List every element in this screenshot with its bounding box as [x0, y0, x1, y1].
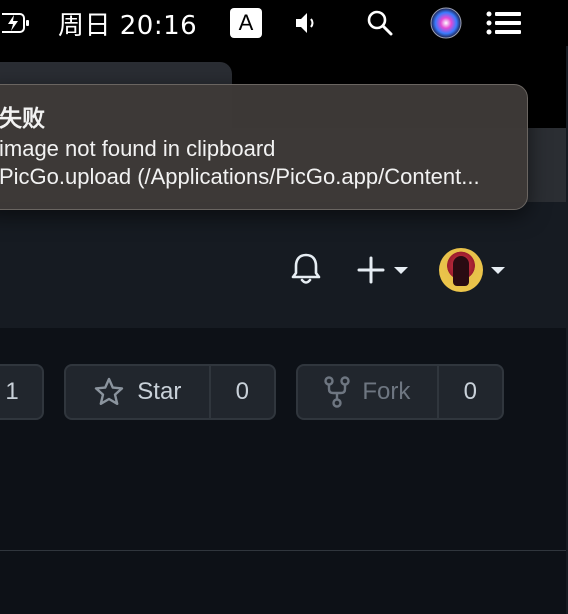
star-label: Star	[137, 378, 182, 405]
notification-message-line-1: image not found in clipboard	[0, 136, 276, 161]
forks-count[interactable]: 0	[439, 366, 502, 418]
notification-message-line-2: PicGo.upload (/Applications/PicGo.app/Co…	[0, 164, 480, 189]
chevron-down-icon	[491, 266, 505, 274]
watch-count[interactable]: 1	[0, 366, 42, 418]
notification-center-icon[interactable]	[483, 0, 525, 46]
star-icon	[95, 377, 124, 405]
repo-content: 1 Star 0 Fork 0	[0, 328, 566, 614]
battery-charging-icon[interactable]	[0, 0, 34, 46]
github-header	[0, 202, 566, 328]
plus-icon	[357, 256, 385, 284]
notification-banner[interactable]: 失败 image not found in clipboard PicGo.up…	[0, 84, 528, 210]
fork-button[interactable]: Fork	[298, 366, 437, 418]
fork-icon	[324, 376, 351, 408]
bell-icon[interactable]	[286, 248, 326, 290]
input-source-indicator[interactable]: A	[230, 0, 262, 46]
section-divider	[0, 550, 566, 551]
create-new-dropdown[interactable]	[352, 250, 412, 290]
search-icon[interactable]	[362, 0, 398, 46]
siri-icon[interactable]	[428, 0, 464, 46]
chevron-down-icon	[394, 266, 408, 274]
stargazers-count[interactable]: 0	[211, 366, 274, 418]
user-menu[interactable]	[436, 246, 508, 294]
volume-icon[interactable]	[290, 0, 324, 46]
notification-title: 失败	[0, 106, 45, 132]
fork-label: Fork	[362, 378, 411, 405]
macos-menu-bar: 周日 20:16 A	[0, 0, 568, 46]
star-button[interactable]: Star	[66, 366, 209, 418]
avatar	[439, 248, 483, 292]
menu-bar-clock[interactable]: 周日 20:16	[58, 0, 197, 46]
input-source-label: A	[230, 8, 262, 38]
fork-button-group: Fork 0	[296, 364, 504, 420]
watch-button-group[interactable]: 1	[0, 364, 44, 420]
star-button-group: Star 0	[64, 364, 276, 420]
